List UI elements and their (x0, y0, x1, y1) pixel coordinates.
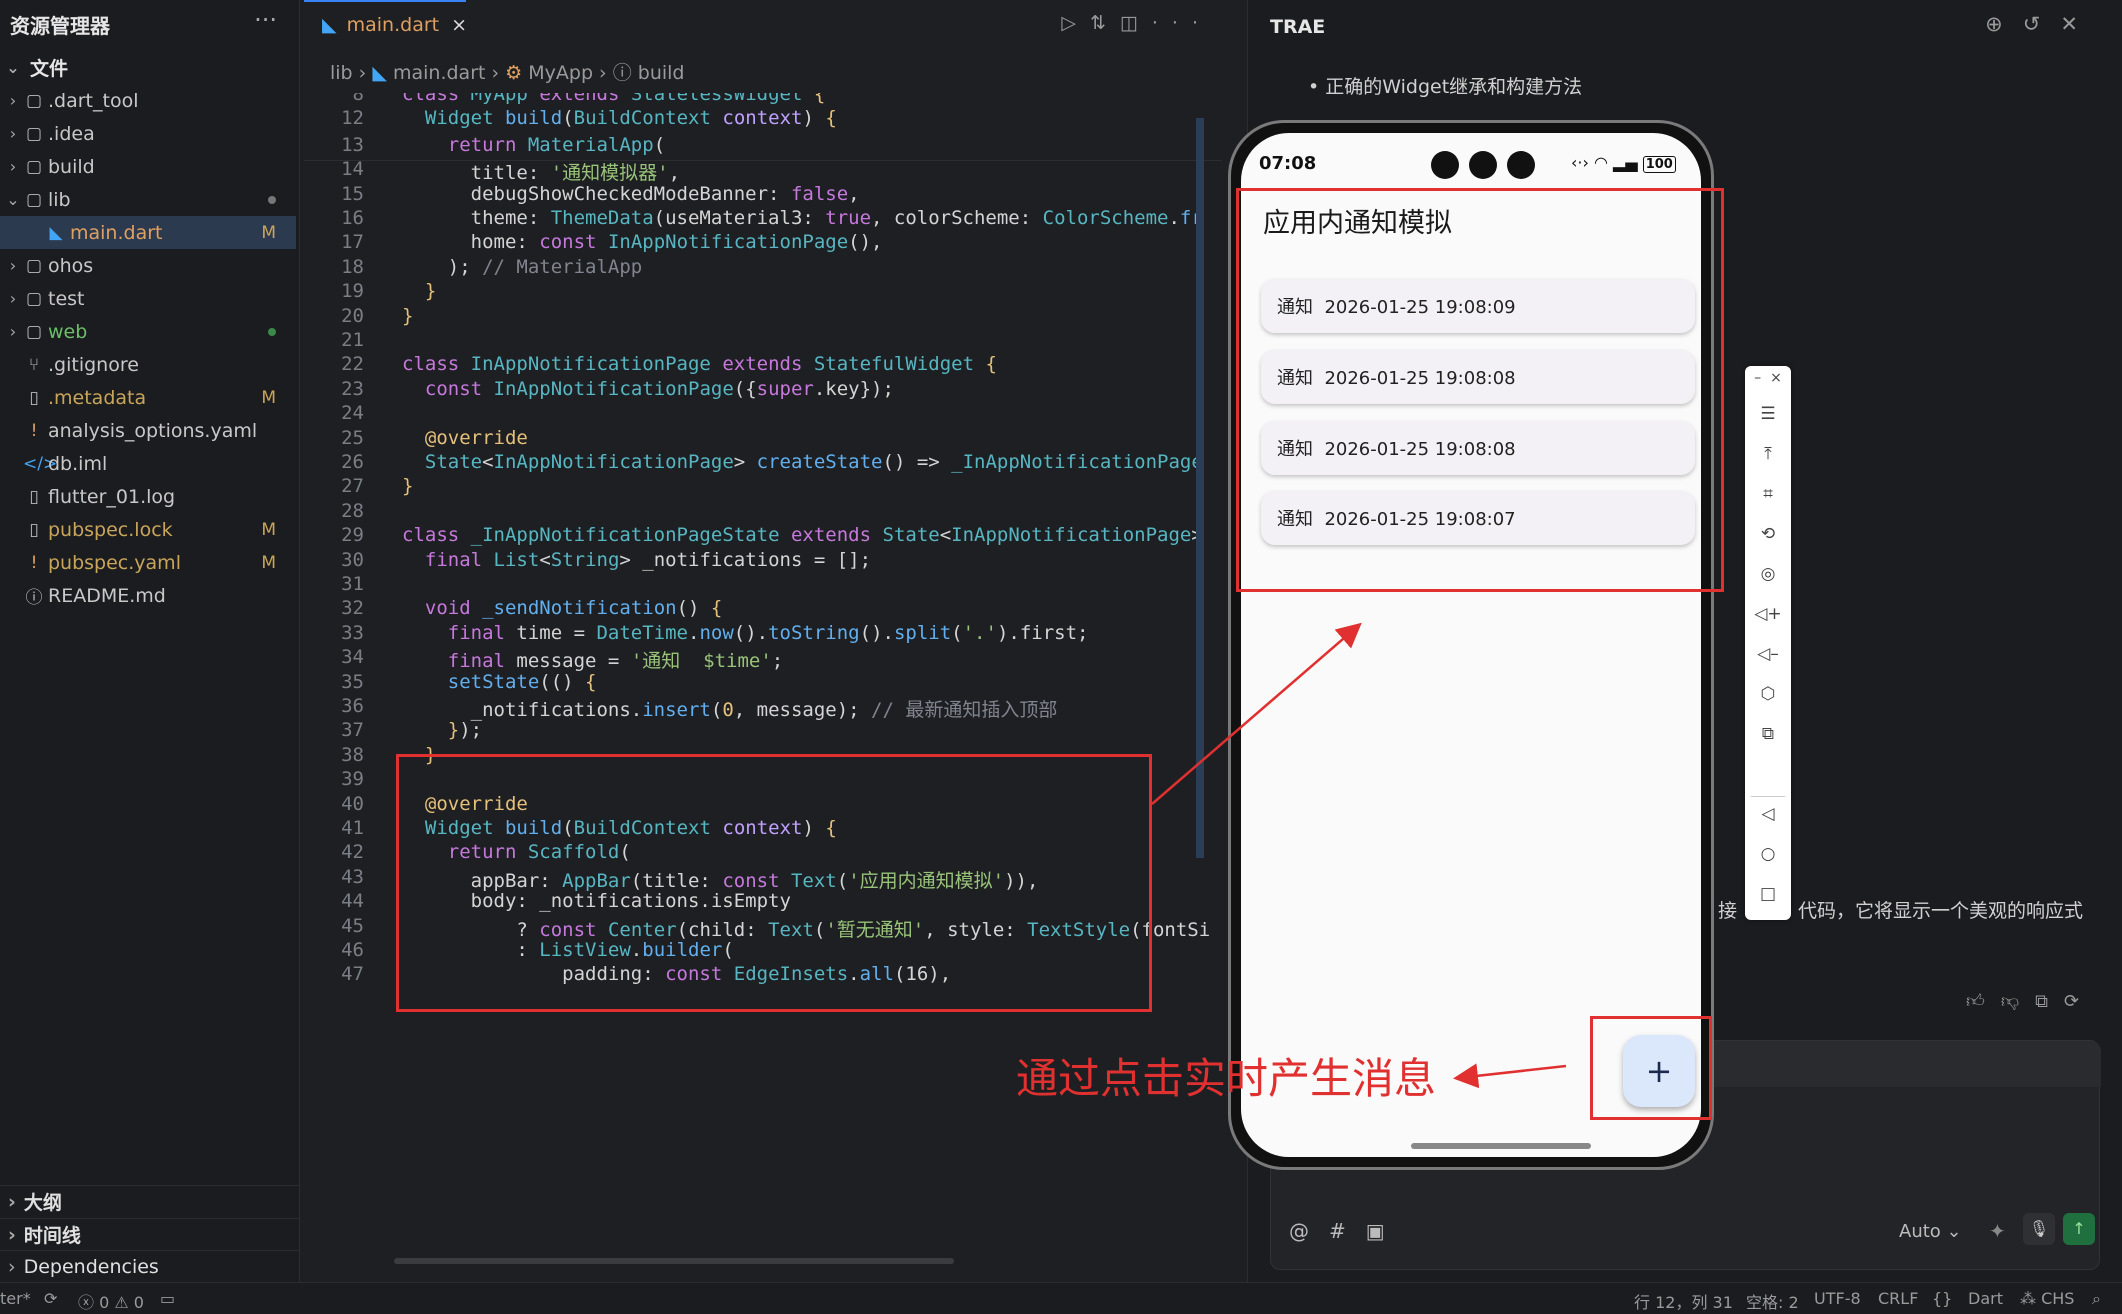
sync-icon[interactable]: ⟳ (44, 1289, 57, 1308)
annotation-label: 通过点击实时产生消息 (1016, 1054, 1437, 1103)
problems-indicator[interactable]: ⓧ 0 ⚠ 0 (78, 1289, 144, 1313)
search-icon[interactable]: ⌕ (2092, 1289, 2101, 1309)
terminal-icon[interactable]: ▭ (160, 1289, 175, 1308)
language-mode[interactable]: Dart (1968, 1289, 2003, 1308)
line-ending[interactable]: CRLF (1878, 1289, 1918, 1308)
encoding[interactable]: UTF-8 (1814, 1289, 1861, 1308)
annotation-arrows (1151, 622, 1567, 1089)
status-bar: ter* ⟳ ⓧ 0 ⚠ 0 ▭ 行 12，列 31 空格: 2 UTF-8 C… (0, 1282, 2122, 1314)
braces-icon[interactable]: {} (1932, 1289, 1952, 1308)
ime-indicator[interactable]: ⁂ CHS (2020, 1289, 2074, 1308)
indentation[interactable]: 空格: 2 (1746, 1289, 1799, 1313)
cursor-position[interactable]: 行 12，列 31 (1634, 1289, 1733, 1313)
